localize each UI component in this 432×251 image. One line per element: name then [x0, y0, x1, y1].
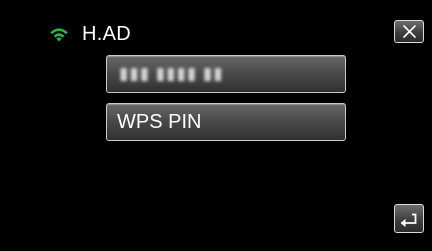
network-header: H.AD [48, 20, 131, 48]
pin-entry-field[interactable]: ▮▮▮ ▮▮▮▮ ▮▮ [106, 55, 346, 93]
masked-pin-value: ▮▮▮ ▮▮▮▮ ▮▮ [119, 64, 224, 83]
back-button[interactable] [394, 204, 424, 233]
wifi-setup-screen: H.AD ▮▮▮ ▮▮▮▮ ▮▮ WPS PIN [0, 0, 432, 251]
network-name: H.AD [82, 23, 131, 45]
wifi-signal-icon [50, 28, 68, 42]
close-button[interactable] [394, 20, 424, 43]
return-arrow-icon [400, 213, 417, 227]
wps-pin-button[interactable]: WPS PIN [106, 103, 346, 141]
wps-pin-label: WPS PIN [117, 110, 202, 133]
close-icon [402, 25, 416, 38]
